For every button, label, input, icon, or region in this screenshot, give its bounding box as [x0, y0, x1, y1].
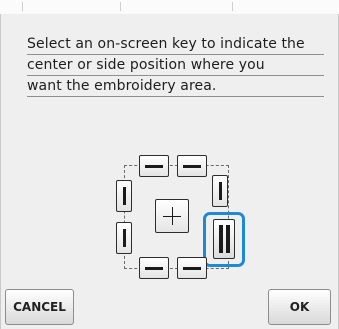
top-strip-divider [22, 2, 23, 11]
top-strip [0, 0, 339, 15]
dash-icon [145, 165, 163, 168]
message-line: want the embroidery area. [27, 78, 324, 97]
dash-icon [183, 165, 201, 168]
instruction-message: Select an on-screen key to indicate the … [27, 36, 324, 99]
position-key-left-bottom[interactable] [116, 222, 132, 254]
message-line: Select an on-screen key to indicate the [27, 36, 324, 55]
message-line: center or side position where you [27, 57, 324, 76]
position-key-bottom-left[interactable] [139, 257, 169, 279]
position-key-center[interactable] [155, 199, 189, 233]
top-strip-divider [120, 2, 121, 11]
ok-button[interactable]: OK [268, 289, 331, 325]
dash-icon [183, 267, 201, 270]
embroidery-position-screen: Select an on-screen key to indicate the … [0, 0, 339, 329]
position-key-left-top[interactable] [116, 180, 132, 212]
vertical-dash-icon [219, 182, 222, 200]
position-key-right-top[interactable] [212, 175, 228, 207]
vertical-dash-icon [123, 187, 126, 205]
position-key-right-bottom[interactable] [213, 219, 235, 259]
double-bar-icon [219, 225, 223, 253]
position-key-top-left[interactable] [139, 155, 169, 177]
dash-icon [145, 267, 163, 270]
position-key-bottom-right[interactable] [177, 257, 207, 279]
crosshair-icon [172, 207, 173, 225]
position-key-top-right[interactable] [177, 155, 207, 177]
top-strip-divider [232, 2, 233, 11]
vertical-dash-icon [123, 229, 126, 247]
double-bar-icon [226, 225, 230, 253]
cancel-button[interactable]: CANCEL [5, 289, 74, 325]
